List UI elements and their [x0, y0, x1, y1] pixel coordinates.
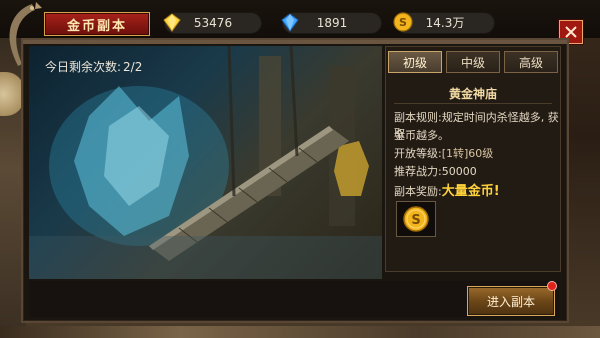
svg-text:S: S: [411, 213, 420, 228]
resource-blue-diamond: 1891: [281, 12, 382, 34]
power-value: 50000: [441, 165, 477, 178]
remaining-attempts: 今日剩余次数: 2/2: [43, 58, 142, 75]
panel-top-rim: [23, 40, 567, 44]
tab-advanced[interactable]: 高级: [504, 51, 558, 73]
open-level-value: [1转]60级: [441, 147, 494, 160]
rule-label: 副本规则:: [394, 111, 442, 124]
enter-dungeon-button[interactable]: 进入副本: [467, 286, 555, 316]
yellow-diamond-count: 53476: [193, 16, 233, 30]
reward-item-slot[interactable]: S: [396, 201, 436, 237]
remaining-value: 2/2: [123, 60, 143, 74]
dungeon-preview-image: 今日剩余次数: 2/2: [29, 46, 382, 279]
power-label: 推荐战力:: [394, 165, 442, 178]
dungeon-panel: 今日剩余次数: 2/2 初级 中级 高级 黄金神庙 副本规则:规定时间内杀怪越多,…: [21, 38, 569, 323]
reward-value: 大量金币!: [441, 184, 500, 199]
dungeon-scene-art: [29, 46, 382, 279]
recommended-power-line: 推荐战力:50000: [394, 163, 477, 179]
resource-gold-coin: S 14.3万: [393, 12, 495, 34]
gold-coin-count: 14.3万: [425, 16, 465, 30]
notification-dot: [547, 281, 557, 291]
dungeon-name: 黄金神庙: [448, 87, 497, 101]
reward-label: 副本奖励:: [394, 185, 442, 198]
remaining-label: 今日剩余次数:: [45, 60, 122, 74]
reward-line: 副本奖励:大量金币!: [394, 180, 500, 199]
background-bottom-strip: [0, 326, 600, 338]
resource-yellow-diamond: 53476: [163, 12, 262, 34]
gold-coin-icon: S: [403, 206, 429, 232]
rule-line-2: 金币越多。: [394, 129, 449, 142]
close-icon: [565, 26, 577, 38]
dungeon-info-panel: 初级 中级 高级 黄金神庙 副本规则:规定时间内杀怪越多, 获取 金币越多。 开…: [385, 46, 561, 272]
tab-beginner[interactable]: 初级: [388, 51, 442, 73]
open-level-label: 开放等级:: [394, 147, 442, 160]
divider: [394, 103, 552, 104]
difficulty-tabs: 初级 中级 高级: [388, 51, 558, 73]
resource-bar: 金币副本 53476 1891 S 14.3万: [0, 0, 600, 66]
tab-intermediate[interactable]: 中级: [446, 51, 500, 73]
open-level-line: 开放等级:[1转]60级: [394, 145, 493, 161]
blue-diamond-count: 1891: [316, 16, 348, 30]
page-title: 金币副本: [44, 12, 150, 36]
